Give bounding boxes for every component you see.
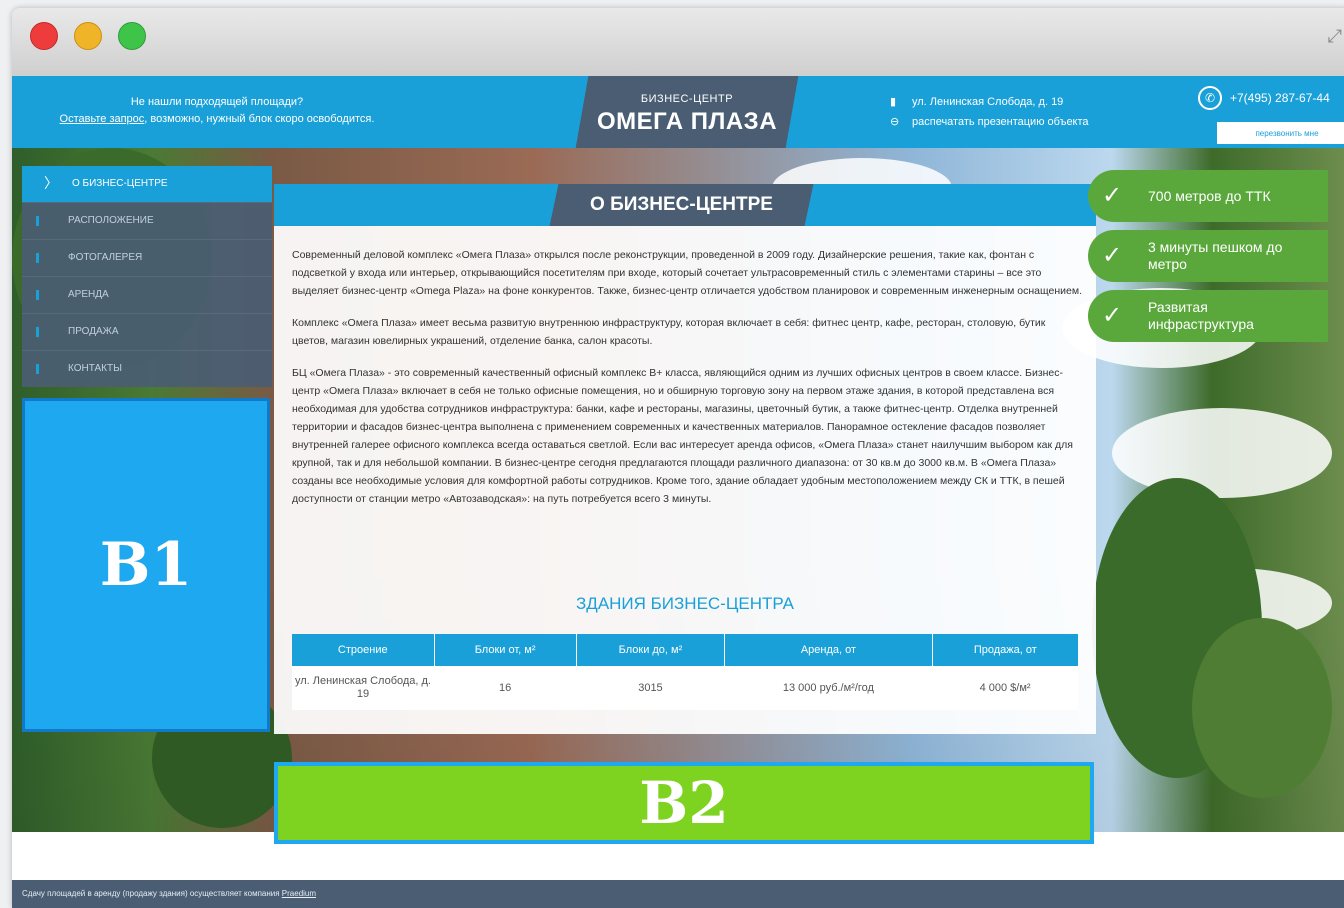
feature-text: Развитая инфраструктура	[1148, 299, 1254, 332]
site-footer: Сдачу площадей в аренду (продажу здания)…	[12, 880, 1344, 908]
checkmark-icon: ✓	[1102, 301, 1123, 329]
notice-rest: , возможно, нужный блок скоро освободитс…	[144, 113, 375, 125]
column-header: Блоки от, м²	[434, 634, 577, 666]
feature-text: 3 минуты пешком до метро	[1148, 239, 1283, 272]
menu-item-sale[interactable]: ПРОДАЖА	[22, 313, 272, 350]
logo-title: ОМЕГА ПЛАЗА	[596, 108, 778, 135]
table-cell: 4 000 $/м²	[932, 666, 1078, 710]
print-presentation-link[interactable]: распечатать презентацию объекта	[912, 116, 1089, 128]
request-notice: Не нашли подходящей площади? Оставьте за…	[12, 94, 422, 128]
feature-badge-infrastructure: ✓ Развитая инфраструктура	[1088, 290, 1328, 342]
column-header: Аренда, от	[724, 634, 933, 666]
phone-number[interactable]: +7(495) 287-67-44	[1230, 91, 1330, 105]
column-header: Строение	[292, 634, 435, 666]
callback-button[interactable]: перезвонить мне	[1217, 122, 1344, 144]
site-header: Не нашли подходящей площади? Оставьте за…	[12, 76, 1344, 148]
table-cell: 3015	[576, 666, 725, 710]
menu-item-about[interactable]: 〉 О БИЗНЕС-ЦЕНТРЕ	[22, 166, 272, 202]
chevron-right-icon: 〉	[44, 176, 58, 192]
table-cell: 16	[434, 666, 577, 710]
address-block: ▮ ул. Ленинская Слобода, д. 19 ⊖ распечата…	[890, 92, 1089, 132]
table-cell: 13 000 руб./м²/год	[724, 666, 933, 710]
checkmark-icon: ✓	[1102, 241, 1123, 269]
footer-text: Сдачу площадей в аренду (продажу здания)…	[22, 889, 282, 898]
table-cell-building: ул. Ленинская Слобода, д. 19	[292, 666, 434, 710]
phone-block: ✆ +7(495) 287-67-44	[1198, 86, 1330, 110]
ad-placeholder-b2: B2	[274, 762, 1094, 844]
feature-badge-metro: ✓ 3 минуты пешком до метро	[1088, 230, 1328, 282]
about-text: Современный деловой комплекс «Омега Плаз…	[292, 246, 1082, 522]
leave-request-link[interactable]: Оставьте запрос	[60, 113, 145, 125]
paragraph: Комплекс «Омега Плаза» имеет весьма разв…	[292, 317, 1046, 347]
page-title: О БИЗНЕС-ЦЕНТРЕ	[590, 194, 773, 215]
column-header: Блоки до, м²	[576, 634, 726, 666]
title-bar: ⤢	[12, 8, 1344, 77]
side-menu: 〉 О БИЗНЕС-ЦЕНТРЕ РАСПОЛОЖЕНИЕ ФОТОГАЛЕР…	[22, 166, 272, 387]
buildings-title: ЗДАНИЯ БИЗНЕС-ЦЕНТРА	[576, 594, 794, 613]
map-icon: ▮	[890, 95, 897, 108]
print-icon: ⊖	[890, 115, 900, 128]
zoom-window-button[interactable]	[118, 22, 146, 50]
feature-badge-ttk: ✓ 700 метров до ТТК	[1088, 170, 1328, 222]
buildings-table: Строение Блоки от, м² Блоки до, м² Аренд…	[292, 634, 1078, 710]
paragraph: Современный деловой комплекс «Омега Плаз…	[292, 249, 1083, 297]
paragraph: БЦ «Омега Плаза» - это современный качес…	[292, 367, 1073, 505]
checkmark-icon: ✓	[1102, 181, 1123, 209]
table-header-row: Строение Блоки от, м² Блоки до, м² Аренд…	[292, 634, 1078, 666]
phone-icon: ✆	[1198, 86, 1222, 110]
column-header: Продажа, от	[932, 634, 1078, 666]
expand-icon[interactable]: ⤢	[1328, 26, 1342, 47]
footer-company-link[interactable]: Praedium	[282, 889, 316, 898]
table-row[interactable]: ул. Ленинская Слобода, д. 19 16 3015 13 …	[292, 666, 1078, 710]
close-window-button[interactable]	[30, 22, 58, 50]
minimize-window-button[interactable]	[74, 22, 102, 50]
feature-text: 700 метров до ТТК	[1148, 187, 1271, 204]
content-panel: О БИЗНЕС-ЦЕНТРЕ Современный деловой комп…	[274, 184, 1096, 734]
logo-subtitle: БИЗНЕС-ЦЕНТР	[640, 93, 734, 105]
ad-placeholder-b1: B1	[22, 398, 270, 732]
address-text: ул. Ленинская Слобода, д. 19	[912, 96, 1064, 108]
site-logo[interactable]: БИЗНЕС-ЦЕНТР ОМЕГА ПЛАЗА	[582, 76, 792, 148]
notice-line: Не нашли подходящей площади?	[130, 96, 304, 108]
browser-window: ⤢ Не нашли подходящей площади? Оставьте …	[12, 8, 1344, 908]
menu-item-rent[interactable]: АРЕНДА	[22, 276, 272, 313]
menu-item-contacts[interactable]: КОНТАКТЫ	[22, 350, 272, 387]
menu-item-gallery[interactable]: ФОТОГАЛЕРЕЯ	[22, 239, 272, 276]
menu-item-label: О БИЗНЕС-ЦЕНТРЕ	[72, 178, 168, 189]
menu-item-location[interactable]: РАСПОЛОЖЕНИЕ	[22, 202, 272, 239]
